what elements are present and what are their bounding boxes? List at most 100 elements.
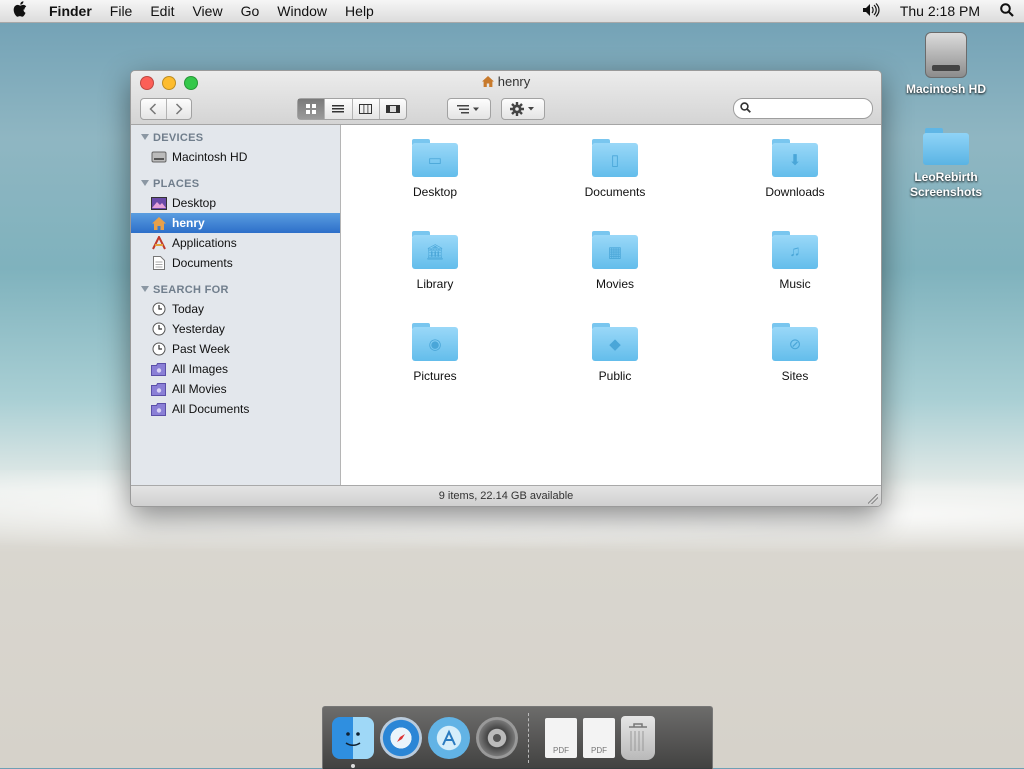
action-dropdown[interactable] [501, 98, 545, 120]
file-icon-view: ▭ Desktop ▯ Documents ⬇ Downloads 🏛 Libr… [341, 125, 881, 485]
public-folder-icon: ◆ [592, 323, 638, 361]
menu-view[interactable]: View [183, 3, 231, 19]
sidebar-section-devices[interactable]: DEVICES [131, 125, 340, 147]
status-text: 9 items, 22.14 GB available [438, 490, 574, 502]
folder-music[interactable]: ♫ Music [735, 231, 855, 291]
dock-app-store-icon[interactable] [428, 717, 470, 759]
sites-folder-icon: ⊘ [772, 323, 818, 361]
back-button[interactable] [141, 99, 167, 119]
pdf-label: PDF [553, 746, 569, 755]
folder-label: Music [779, 277, 811, 291]
folder-documents[interactable]: ▯ Documents [555, 139, 675, 199]
apple-menu-icon[interactable] [0, 1, 40, 21]
folder-label: Sites [781, 369, 809, 383]
menu-app-name[interactable]: Finder [40, 3, 101, 19]
running-indicator [351, 764, 355, 768]
cover-flow-button[interactable] [380, 99, 406, 119]
sidebar-item-label: All Documents [172, 402, 250, 416]
folder-icon [923, 128, 969, 166]
sidebar-item-label: Past Week [172, 342, 230, 356]
sidebar-item-label: All Images [172, 362, 229, 376]
dock-pdf-document-icon[interactable]: PDF [583, 718, 615, 758]
column-view-button[interactable] [353, 99, 380, 119]
smart-folder-icon [151, 402, 167, 416]
search-input[interactable] [756, 99, 870, 118]
arrange-button[interactable] [448, 99, 490, 119]
arrange-dropdown[interactable] [447, 98, 491, 120]
menu-window[interactable]: Window [268, 3, 336, 19]
dock-finder-icon[interactable] [332, 717, 374, 768]
forward-button[interactable] [167, 99, 192, 119]
resize-grip-icon[interactable] [868, 494, 878, 504]
sidebar-item-label: Documents [172, 256, 233, 270]
desktop-icon-macintosh-hd[interactable]: Macintosh HD [896, 32, 996, 97]
dock-trash-icon[interactable] [621, 716, 655, 760]
sidebar-item-henry[interactable]: henry [131, 213, 340, 233]
dock-pdf-document-icon[interactable]: PDF [545, 718, 577, 758]
folder-movies[interactable]: ▦ Movies [555, 231, 675, 291]
dock-safari-icon[interactable] [380, 717, 422, 759]
downloads-folder-icon: ⬇ [772, 139, 818, 177]
smart-folder-icon [151, 362, 167, 376]
chevron-right-icon [175, 103, 183, 115]
dock-system-preferences-icon[interactable] [476, 717, 518, 759]
volume-icon[interactable] [852, 2, 890, 20]
library-folder-icon: 🏛 [412, 231, 458, 269]
desktop-icon-label: LeoRebirth Screenshots [909, 170, 983, 199]
sidebar-item-label: Macintosh HD [172, 150, 248, 164]
menu-file[interactable]: File [101, 3, 142, 19]
document-icon [151, 256, 167, 270]
sidebar-item-past-week[interactable]: Past Week [131, 339, 340, 359]
menu-bar: Finder File Edit View Go Window Help Thu… [0, 0, 1024, 23]
clock-icon [151, 302, 167, 316]
menu-go[interactable]: Go [232, 3, 269, 19]
sidebar-item-today[interactable]: Today [131, 299, 340, 319]
folder-label: Public [598, 369, 632, 383]
sidebar-item-documents[interactable]: Documents [131, 253, 340, 273]
sidebar-item-all-images[interactable]: All Images [131, 359, 340, 379]
sidebar-item-all-documents[interactable]: All Documents [131, 399, 340, 419]
icon-view-button[interactable] [298, 99, 326, 119]
status-bar: 9 items, 22.14 GB available [131, 485, 881, 506]
sidebar-section-title: PLACES [153, 178, 200, 190]
sidebar-item-all-movies[interactable]: All Movies [131, 379, 340, 399]
spotlight-icon[interactable] [990, 2, 1024, 20]
disclosure-triangle-icon [141, 134, 149, 140]
movies-folder-icon: ▦ [592, 231, 638, 269]
list-view-button[interactable] [325, 99, 353, 119]
hard-drive-icon [925, 32, 967, 78]
folder-desktop[interactable]: ▭ Desktop [375, 139, 495, 199]
desktop-folder-icon: ▭ [412, 139, 458, 177]
folder-public[interactable]: ◆ Public [555, 323, 675, 383]
action-button[interactable] [502, 99, 544, 119]
folder-pictures[interactable]: ◉ Pictures [375, 323, 495, 383]
desktop-icon [151, 196, 167, 210]
documents-folder-icon: ▯ [592, 139, 638, 177]
menu-help[interactable]: Help [336, 3, 383, 19]
sidebar-item-applications[interactable]: Applications [131, 233, 340, 253]
folder-downloads[interactable]: ⬇ Downloads [735, 139, 855, 199]
window-titlebar[interactable]: henry [131, 71, 881, 125]
desktop-icon-screenshots-folder[interactable]: LeoRebirth Screenshots [896, 128, 996, 200]
folder-sites[interactable]: ⊘ Sites [735, 323, 855, 383]
chevron-left-icon [149, 103, 157, 115]
search-field[interactable] [733, 98, 873, 119]
disclosure-triangle-icon [141, 286, 149, 292]
clock-icon [151, 342, 167, 356]
home-icon [151, 216, 167, 230]
sidebar-item-macintosh-hd[interactable]: Macintosh HD [131, 147, 340, 167]
sidebar-section-search-for[interactable]: SEARCH FOR [131, 277, 340, 299]
sidebar-section-places[interactable]: PLACES [131, 171, 340, 193]
sidebar-item-yesterday[interactable]: Yesterday [131, 319, 340, 339]
folder-label: Pictures [413, 369, 457, 383]
folder-label: Movies [595, 277, 634, 291]
menu-clock[interactable]: Thu 2:18 PM [890, 3, 990, 19]
menu-edit[interactable]: Edit [141, 3, 183, 19]
columns-icon [359, 104, 373, 114]
arrange-icon [457, 105, 479, 114]
hard-drive-icon [151, 150, 167, 164]
sidebar-item-label: Yesterday [172, 322, 225, 336]
folder-library[interactable]: 🏛 Library [375, 231, 495, 291]
sidebar-item-desktop[interactable]: Desktop [131, 193, 340, 213]
home-icon [481, 76, 494, 87]
